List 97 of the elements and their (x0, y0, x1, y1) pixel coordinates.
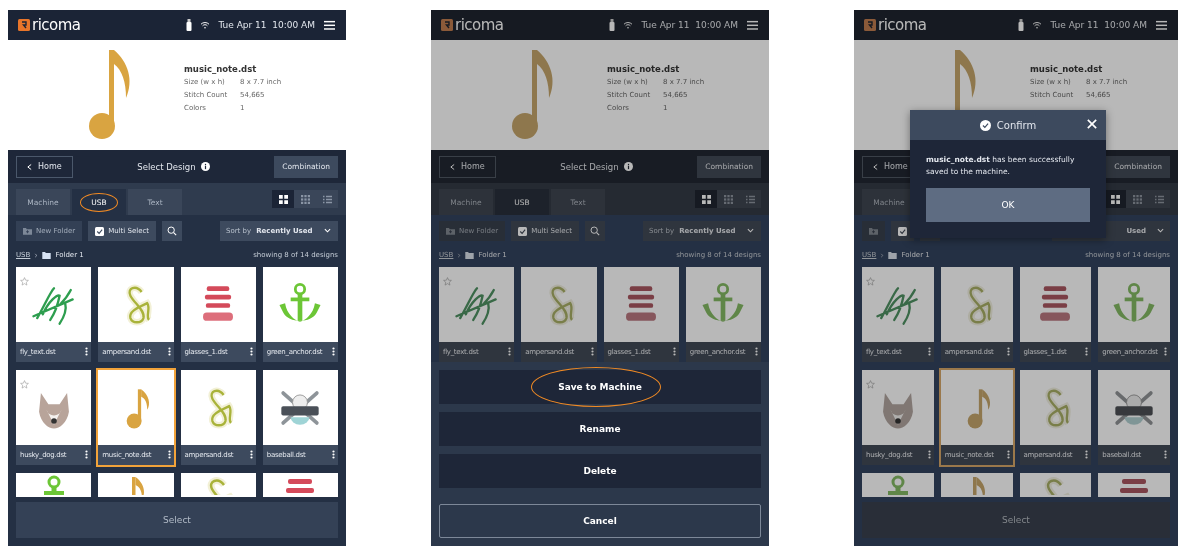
small-grid-view-icon (300, 194, 310, 204)
design-card[interactable] (1098, 473, 1170, 497)
view-button[interactable] (695, 190, 717, 208)
page-title: Select Design (560, 161, 619, 172)
view-button[interactable] (1104, 190, 1126, 208)
design-filename: music_note.dst (1030, 63, 1104, 76)
check-circle-icon (979, 119, 991, 131)
more-vertical-icon (755, 346, 758, 356)
more-vertical-icon (1085, 346, 1089, 356)
folder-plus-icon (23, 227, 32, 235)
folder-icon (465, 251, 475, 259)
more-vertical-icon (249, 449, 253, 459)
chevron-down-icon (323, 228, 331, 233)
date-time: Tue Apr 11 10:00 AM (641, 20, 738, 30)
folder-plus-icon (446, 227, 455, 235)
list-view-icon (1154, 194, 1164, 204)
action-button[interactable]: Save to Machine (439, 370, 761, 404)
brand-logo: ricoma (864, 16, 927, 34)
star-icon (866, 277, 875, 286)
more-vertical-icon (85, 346, 89, 356)
star-icon (20, 277, 29, 286)
more-vertical-icon (1006, 449, 1010, 459)
more-vertical-icon (167, 449, 171, 459)
more-vertical-icon (508, 346, 512, 356)
star-icon (443, 277, 452, 286)
search-icon (167, 226, 178, 236)
more-vertical-icon (85, 449, 89, 459)
page-title: Select Design (137, 161, 196, 172)
action-button[interactable]: Rename (439, 412, 761, 446)
checkbox-icon (898, 226, 907, 236)
menu-icon (323, 19, 336, 31)
cancel-button[interactable]: Cancel (439, 504, 761, 538)
logo-icon (18, 19, 30, 31)
list-view-icon (322, 194, 332, 204)
star-icon (20, 380, 29, 389)
wifi-icon (200, 21, 211, 29)
logo-icon (864, 19, 876, 31)
checkbox-icon (95, 226, 105, 236)
date-time: Tue Apr 11 10:00 AM (218, 20, 315, 30)
home-button[interactable]: Home (439, 155, 496, 178)
star-icon (866, 380, 875, 389)
small-grid-view-icon (723, 194, 733, 204)
info-icon (200, 162, 210, 171)
more-vertical-icon (927, 346, 931, 356)
chevron-down-icon (1157, 228, 1164, 233)
more-vertical-icon (1006, 346, 1010, 356)
info-icon (623, 162, 633, 171)
wifi-icon (1032, 21, 1043, 29)
search-icon (590, 226, 601, 236)
more-vertical-icon (672, 346, 676, 356)
more-vertical-icon (927, 449, 931, 459)
chevron-right-icon (34, 252, 39, 258)
list-view-icon (745, 194, 755, 204)
design-card[interactable] (262, 473, 338, 497)
checkbox-icon (518, 226, 528, 236)
chevron-right-icon (457, 252, 462, 258)
folder-icon (42, 251, 52, 259)
chevron-left-icon (450, 162, 455, 171)
more-vertical-icon (167, 346, 171, 356)
action-button[interactable]: Delete (439, 454, 761, 488)
chevron-left-icon (873, 162, 878, 171)
ok-button[interactable]: OK (926, 188, 1090, 222)
usb-drive-icon (1018, 19, 1025, 31)
brand-logo: ricoma (441, 16, 504, 34)
grid-view-icon (701, 194, 711, 204)
home-button[interactable]: Home (16, 155, 73, 178)
design-filename: music_note.dst (607, 63, 681, 76)
menu-icon (1155, 19, 1168, 31)
chevron-left-icon (27, 162, 32, 171)
chevron-right-icon (880, 252, 885, 258)
folder-plus-icon (869, 227, 878, 235)
more-vertical-icon (332, 449, 335, 459)
more-vertical-icon (1085, 449, 1089, 459)
date-time: Tue Apr 11 10:00 AM (1050, 20, 1147, 30)
more-vertical-icon (1164, 449, 1167, 459)
wifi-icon (623, 21, 634, 29)
more-vertical-icon (249, 346, 253, 356)
more-vertical-icon (332, 346, 335, 356)
grid-view-icon (278, 194, 288, 204)
menu-icon (746, 19, 759, 31)
small-grid-view-icon (1132, 194, 1142, 204)
design-filename: music_note.dst (184, 63, 258, 76)
design-card[interactable] (1019, 473, 1092, 497)
usb-drive-icon (609, 19, 616, 31)
grid-view-icon (1110, 194, 1120, 204)
folder-icon (888, 251, 898, 259)
search-button[interactable] (585, 221, 606, 241)
close-icon[interactable] (1087, 119, 1097, 129)
more-vertical-icon (590, 346, 594, 356)
chevron-down-icon (746, 228, 754, 233)
view-button[interactable] (272, 190, 294, 208)
more-vertical-icon (1164, 346, 1167, 356)
dialog-title: Confirm (996, 119, 1037, 131)
brand-logo: ricoma (18, 16, 81, 34)
logo-icon (441, 19, 453, 31)
search-button[interactable] (162, 221, 183, 241)
usb-drive-icon (186, 19, 193, 31)
